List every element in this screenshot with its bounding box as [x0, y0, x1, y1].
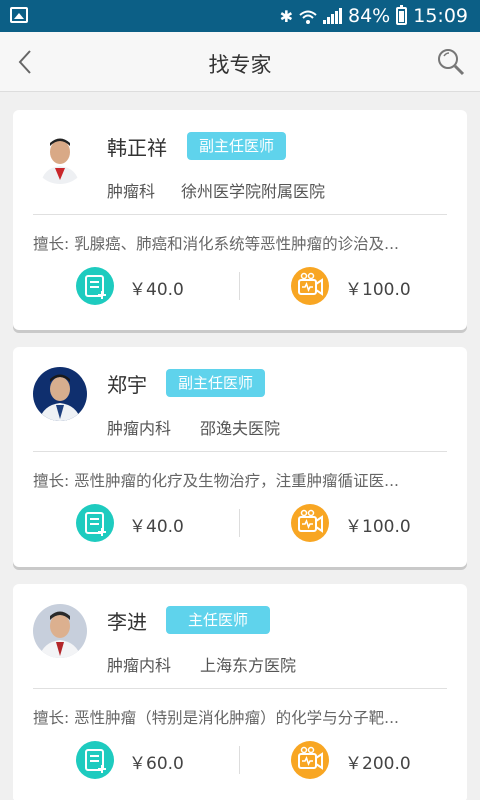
doctor-hospital: 邵逸夫医院 [200, 419, 281, 438]
video-consult-price: ￥200.0 [345, 754, 411, 774]
doctor-title-badge: 主任医师 [166, 606, 271, 634]
doctor-specialty: 擅长: 乳腺癌、肺癌和消化系统等恶性肿瘤的诊治及... [33, 235, 399, 253]
consult-price-row: ￥40.0 ￥100.0 [13, 503, 467, 543]
battery-icon [396, 5, 408, 25]
text-consult-price: ￥60.0 [129, 754, 184, 774]
doctor-card[interactable]: 韩正祥 副主任医师 肿瘤科 徐州医学院附属医院 擅长: 乳腺癌、肺癌和消化系统等… [13, 110, 467, 330]
doctor-name: 李进 [107, 610, 147, 634]
signal-icon [323, 8, 342, 24]
doctor-avatar [33, 604, 87, 658]
doctor-department: 肿瘤科 [107, 182, 156, 201]
text-consult-price: ￥40.0 [129, 517, 184, 537]
divider [33, 451, 447, 452]
bluetooth-icon: ✱ [279, 6, 293, 26]
doctor-specialty: 擅长: 恶性肿瘤（特别是消化肿瘤）的化学与分子靶... [33, 709, 399, 727]
video-consult-icon[interactable] [291, 741, 329, 779]
doctor-avatar [33, 130, 87, 184]
text-consult-icon[interactable] [76, 504, 114, 542]
divider [33, 688, 447, 689]
doctor-title-badge: 副主任医师 [187, 132, 287, 160]
clock: 15:09 [413, 5, 468, 27]
price-separator [239, 272, 240, 300]
price-separator [239, 509, 240, 537]
status-bar: ✱ 84% 15:09 [0, 0, 480, 32]
doctor-title-badge: 副主任医师 [166, 369, 266, 397]
page-title: 找专家 [208, 53, 272, 77]
doctor-name: 郑宇 [107, 373, 147, 397]
doctor-hospital: 徐州医学院附属医院 [181, 182, 326, 201]
doctor-card[interactable]: 郑宇 副主任医师 肿瘤内科 邵逸夫医院 擅长: 恶性肿瘤的化疗及生物治疗，注重肿… [13, 347, 467, 567]
video-consult-icon[interactable] [291, 504, 329, 542]
text-consult-icon[interactable] [76, 741, 114, 779]
battery-percent: 84% [348, 5, 391, 27]
consult-price-row: ￥40.0 ￥100.0 [13, 266, 467, 306]
text-consult-price: ￥40.0 [129, 280, 184, 300]
doctor-department: 肿瘤内科 [107, 419, 172, 438]
nav-bar: 找专家 [0, 32, 480, 92]
search-icon [438, 49, 465, 76]
video-consult-price: ￥100.0 [345, 517, 411, 537]
video-consult-price: ￥100.0 [345, 280, 411, 300]
wifi-icon [299, 8, 317, 24]
doctor-avatar [33, 367, 87, 421]
consult-price-row: ￥60.0 ￥200.0 [13, 740, 467, 780]
doctor-name: 韩正祥 [107, 136, 167, 160]
search-button[interactable] [436, 47, 466, 77]
text-consult-icon[interactable] [76, 267, 114, 305]
divider [33, 214, 447, 215]
doctor-card[interactable]: 李进 主任医师 肿瘤内科 上海东方医院 擅长: 恶性肿瘤（特别是消化肿瘤）的化学… [13, 584, 467, 800]
doctor-department: 肿瘤内科 [107, 656, 172, 675]
doctor-specialty: 擅长: 恶性肿瘤的化疗及生物治疗，注重肿瘤循证医... [33, 472, 399, 490]
doctor-hospital: 上海东方医院 [200, 656, 297, 675]
video-consult-icon[interactable] [291, 267, 329, 305]
gallery-notification-icon [10, 7, 28, 23]
price-separator [239, 746, 240, 774]
